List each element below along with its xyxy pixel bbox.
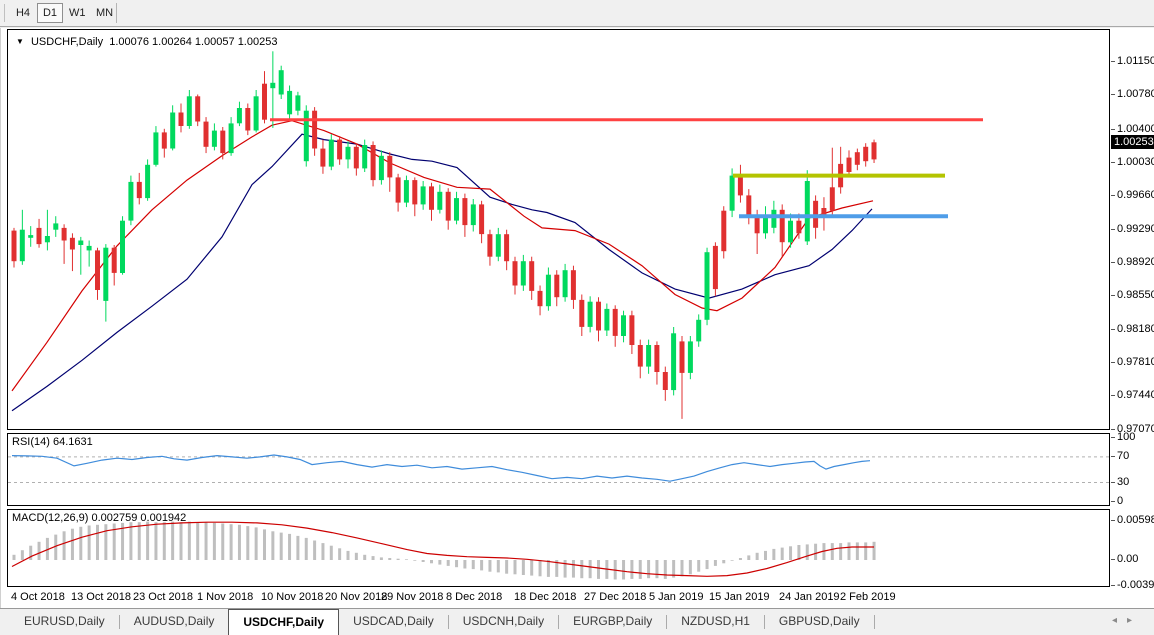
macd-label: MACD(12,26,9) 0.002759 0.001942 (12, 512, 186, 524)
price-axis-tick: 0.97810 (1111, 356, 1154, 368)
rsi-chart[interactable] (8, 434, 1109, 505)
price-axis-tick: 1.00400 (1111, 123, 1154, 135)
macd-axis-tick: 0.00 (1111, 553, 1138, 565)
date-axis-label: 4 Oct 2018 (11, 591, 65, 603)
date-axis-label: 29 Nov 2018 (381, 591, 443, 603)
price-axis-tick: 0.98180 (1111, 323, 1154, 335)
tab-scroll-right-icon[interactable]: ▸ (1127, 615, 1142, 626)
price-axis-tick: 1.00780 (1111, 88, 1154, 100)
chart-tab-usdchf[interactable]: USDCHF,Daily (228, 609, 339, 635)
price-axis-tick: 0.97440 (1111, 389, 1154, 401)
rsi-label: RSI(14) 64.1631 (12, 436, 93, 448)
chart-tab-gbpusd[interactable]: GBPUSD,Daily (765, 609, 874, 635)
chart-workspace: ▼ USDCHF,Daily 1.00076 1.00264 1.00057 1… (0, 28, 1154, 608)
timeframe-toolbar: H4D1W1MN (0, 0, 1154, 27)
timeframe-button-h4[interactable]: H4 (10, 3, 36, 23)
tab-scroll-left-icon[interactable]: ◂ (1112, 615, 1127, 626)
price-axis-tick: 0.99660 (1111, 189, 1154, 201)
chart-tab-usdcad[interactable]: USDCAD,Daily (339, 609, 448, 635)
chart-tab-eurgbp[interactable]: EURGBP,Daily (559, 609, 666, 635)
tab-scroll-arrows[interactable]: ◂▸ (1112, 615, 1142, 626)
date-axis-label: 27 Dec 2018 (584, 591, 646, 603)
macd-axis-tick: 0.005985 (1111, 514, 1154, 526)
date-axis-label: 5 Jan 2019 (649, 591, 703, 603)
date-axis-label: 1 Nov 2018 (197, 591, 253, 603)
price-axis-tick: 0.99290 (1111, 223, 1154, 235)
price-chart-panel[interactable]: ▼ USDCHF,Daily 1.00076 1.00264 1.00057 1… (7, 29, 1110, 430)
current-price-box: 1.00253 (1111, 135, 1154, 149)
rsi-axis-tick: 0 (1111, 495, 1123, 507)
rsi-axis-tick: 30 (1111, 476, 1129, 488)
date-axis-label: 2 Feb 2019 (840, 591, 896, 603)
timeframe-button-d1[interactable]: D1 (37, 3, 63, 23)
chart-symbol: USDCHF,Daily (31, 36, 103, 48)
timeframe-button-mn[interactable]: MN (91, 3, 118, 23)
chart-tab-audusd[interactable]: AUDUSD,Daily (120, 609, 229, 635)
candlestick-chart[interactable] (8, 30, 1109, 429)
date-axis[interactable]: 4 Oct 2018 13 Oct 201823 Oct 2018 1 Nov 20… (7, 588, 1154, 607)
macd-indicator-panel[interactable]: MACD(12,26,9) 0.002759 0.001942 (7, 509, 1110, 587)
date-axis-label: 8 Dec 2018 (446, 591, 502, 603)
date-axis-label: 23 Oct 2018 (133, 591, 193, 603)
chart-title: ▼ USDCHF,Daily 1.00076 1.00264 1.00057 1… (16, 36, 277, 48)
price-axis-tick: 0.98550 (1111, 289, 1154, 301)
chart-dropdown-icon[interactable]: ▼ (16, 37, 24, 46)
date-axis-label: 20 Nov 2018 (325, 591, 387, 603)
toolbar-separator (116, 3, 117, 23)
chart-tab-eurusd[interactable]: EURUSD,Daily (10, 609, 119, 635)
price-axis-tick: 1.00030 (1111, 156, 1154, 168)
chart-tabbar: EURUSD,DailyAUDUSD,DailyUSDCHF,DailyUSDC… (0, 608, 1154, 635)
date-axis-label: 24 Jan 2019 (779, 591, 840, 603)
price-axis-tick: 0.98920 (1111, 256, 1154, 268)
price-axis-tick: 1.01150 (1111, 55, 1154, 67)
date-axis-label: 18 Dec 2018 (514, 591, 576, 603)
chart-tab-nzdusd[interactable]: NZDUSD,H1 (667, 609, 764, 635)
rsi-axis-tick: 70 (1111, 450, 1129, 462)
tab-separator (874, 615, 875, 629)
chart-ohlc-values: 1.00076 1.00264 1.00057 1.00253 (109, 36, 277, 48)
timeframe-button-w1[interactable]: W1 (64, 3, 91, 23)
chart-tab-usdcnh[interactable]: USDCNH,Daily (449, 609, 558, 635)
rsi-axis-tick: 100 (1111, 431, 1135, 443)
date-axis-label: 13 Oct 2018 (71, 591, 131, 603)
date-axis-label: 10 Nov 2018 (261, 591, 323, 603)
date-axis-label: 15 Jan 2019 (709, 591, 770, 603)
rsi-indicator-panel[interactable]: RSI(14) 64.1631 (7, 433, 1110, 506)
toolbar-edge-fragment (0, 4, 5, 22)
